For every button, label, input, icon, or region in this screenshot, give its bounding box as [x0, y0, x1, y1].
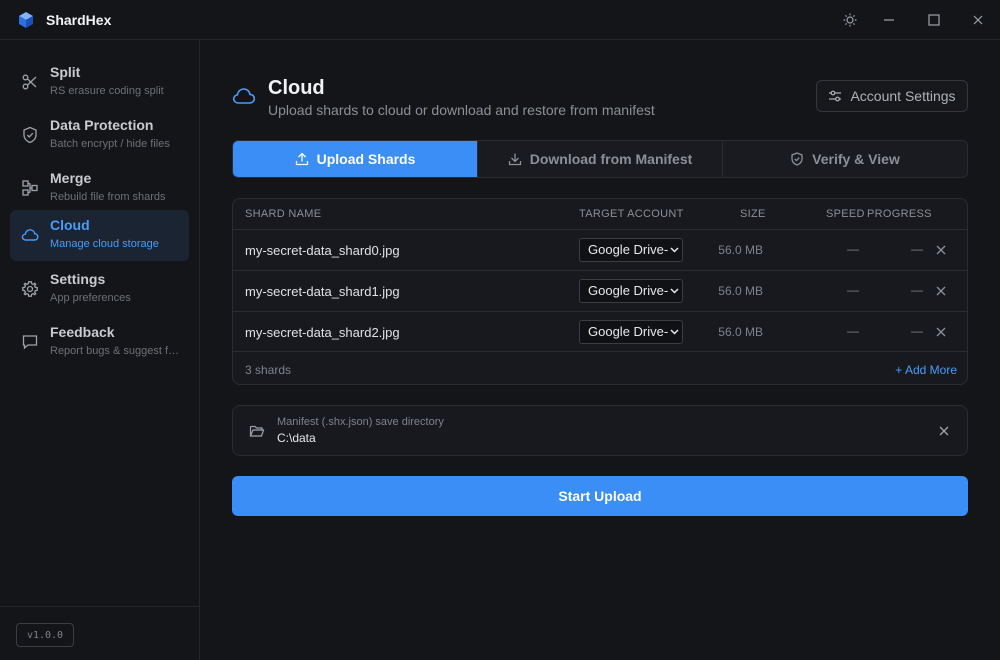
column-header-account: TARGET ACCOUNT: [579, 208, 684, 220]
add-more-link[interactable]: + Add More: [895, 363, 957, 377]
app-logo-icon: [19, 12, 33, 28]
shard-progress: —: [911, 242, 923, 256]
clear-directory-icon[interactable]: [937, 424, 951, 438]
sidebar-item-sub: RS erasure coding split: [50, 85, 164, 97]
sun-icon[interactable]: [840, 10, 860, 30]
folder-open-icon: [249, 425, 265, 437]
table-row: my-secret-data_shard1.jpg Google Drive-0…: [233, 270, 967, 311]
minimize-icon[interactable]: [879, 10, 899, 30]
shard-size: 56.0 MB: [718, 284, 763, 298]
scissors-icon: [22, 74, 37, 90]
merge-icon: [22, 180, 38, 196]
app-title: ShardHex: [46, 12, 112, 28]
shard-table: SHARD NAME TARGET ACCOUNT SIZE SPEED PRO…: [232, 198, 968, 385]
sidebar-item-label: Data Protection: [50, 117, 154, 133]
tab-label: Verify & View: [812, 151, 900, 167]
shard-progress: —: [911, 324, 923, 338]
sidebar-item-sub: App preferences: [50, 292, 131, 304]
shard-name: my-secret-data_shard1.jpg: [245, 284, 400, 299]
page-subtitle: Upload shards to cloud or download and r…: [268, 102, 655, 118]
sliders-icon: [829, 90, 842, 102]
cloud-icon: [21, 229, 39, 241]
table-footer: 3 shards + Add More: [233, 351, 967, 384]
account-settings-button[interactable]: Account Settings: [816, 80, 968, 112]
column-header-progress: PROGRESS: [867, 208, 932, 220]
sidebar-item-sub: Manage cloud storage: [50, 238, 159, 250]
target-account-value: Google Drive-0: [588, 324, 676, 339]
manifest-directory-field[interactable]: Manifest (.shx.json) save directory C:\d…: [232, 405, 968, 456]
sidebar-item-label: Split: [50, 64, 81, 80]
page-title: Cloud: [268, 77, 325, 99]
column-header-speed: SPEED: [826, 208, 865, 220]
column-header-name: SHARD NAME: [245, 208, 322, 220]
shard-progress: —: [911, 283, 923, 297]
sidebar-item-label: Merge: [50, 170, 92, 186]
column-header-size: SIZE: [740, 208, 766, 220]
shard-size: 56.0 MB: [718, 243, 763, 257]
close-icon[interactable]: [968, 10, 988, 30]
sidebar-item-label: Feedback: [50, 324, 115, 340]
target-account-select[interactable]: Google Drive-0: [579, 320, 683, 344]
sidebar-item-label: Settings: [50, 271, 106, 287]
shield-check-icon: [791, 152, 803, 166]
download-icon: [508, 153, 521, 166]
sidebar-item-split[interactable]: Split RS erasure coding split: [10, 57, 189, 108]
sidebar-item-sub: Report bugs & suggest features: [50, 345, 182, 357]
tab-upload-shards[interactable]: Upload Shards: [233, 141, 478, 177]
sidebar-item-label: Cloud: [50, 217, 90, 233]
chevron-down-icon: [668, 239, 680, 261]
maximize-icon[interactable]: [924, 10, 944, 30]
target-account-value: Google Drive-0: [588, 242, 676, 257]
remove-row-icon[interactable]: [934, 325, 948, 339]
account-settings-label: Account Settings: [850, 88, 956, 104]
table-row: my-secret-data_shard2.jpg Google Drive-0…: [233, 311, 967, 352]
cloud-icon: [232, 88, 256, 104]
tab-verify-view[interactable]: Verify & View: [723, 141, 967, 177]
app-window: ShardHex Split RS erasure coding split D…: [0, 0, 1000, 660]
target-account-select[interactable]: Google Drive-0: [579, 279, 683, 303]
gear-icon: [22, 281, 38, 297]
sidebar-item-settings[interactable]: Settings App preferences: [10, 264, 189, 315]
chevron-down-icon: [668, 321, 680, 343]
sidebar-item-sub: Batch encrypt / hide files: [50, 138, 170, 150]
start-upload-button[interactable]: Start Upload: [232, 476, 968, 516]
manifest-path: C:\data: [277, 431, 316, 445]
remove-row-icon[interactable]: [934, 243, 948, 257]
shard-name: my-secret-data_shard0.jpg: [245, 243, 400, 258]
tab-label: Download from Manifest: [529, 151, 693, 167]
tab-label: Upload Shards: [316, 151, 416, 167]
shard-count: 3 shards: [245, 363, 292, 377]
shard-speed: —: [847, 324, 859, 338]
version-badge: v1.0.0: [16, 623, 74, 647]
sidebar: Split RS erasure coding split Data Prote…: [0, 40, 200, 660]
target-account-select[interactable]: Google Drive-0: [579, 238, 683, 262]
tab-download-manifest[interactable]: Download from Manifest: [478, 141, 723, 177]
title-bar: ShardHex: [0, 0, 1000, 40]
cloud-tabs: Upload Shards Download from Manifest Ver…: [232, 140, 968, 178]
upload-icon: [295, 152, 308, 166]
main-content: Cloud Upload shards to cloud or download…: [200, 40, 1000, 660]
table-row: my-secret-data_shard0.jpg Google Drive-0…: [233, 229, 967, 270]
sidebar-divider: [0, 606, 199, 607]
shard-speed: —: [847, 283, 859, 297]
sidebar-item-feedback[interactable]: Feedback Report bugs & suggest features: [10, 317, 189, 368]
shard-size: 56.0 MB: [718, 325, 763, 339]
remove-row-icon[interactable]: [934, 284, 948, 298]
manifest-label: Manifest (.shx.json) save directory: [277, 416, 444, 428]
sidebar-item-sub: Rebuild file from shards: [50, 191, 166, 203]
shard-speed: —: [847, 242, 859, 256]
sidebar-item-cloud[interactable]: Cloud Manage cloud storage: [10, 210, 189, 261]
sidebar-item-data-protection[interactable]: Data Protection Batch encrypt / hide fil…: [10, 110, 189, 161]
shield-icon: [23, 126, 37, 144]
message-icon: [22, 335, 38, 350]
sidebar-item-merge[interactable]: Merge Rebuild file from shards: [10, 163, 189, 214]
shard-name: my-secret-data_shard2.jpg: [245, 325, 400, 340]
chevron-down-icon: [668, 280, 680, 302]
target-account-value: Google Drive-0: [588, 283, 676, 298]
